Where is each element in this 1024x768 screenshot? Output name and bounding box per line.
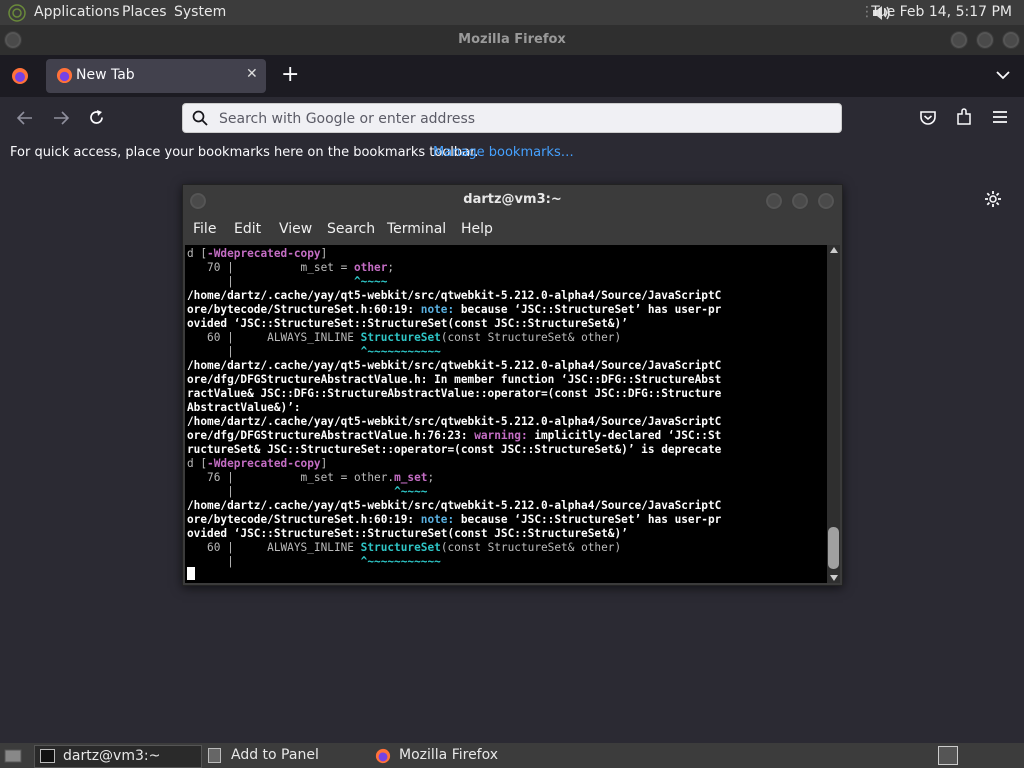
firefox-taskbar-icon xyxy=(375,748,391,764)
terminal-line: 76 | m_set = other.m_set; xyxy=(187,471,435,484)
show-desktop-icon[interactable] xyxy=(4,747,22,764)
terminal-output[interactable]: d [-Wdeprecated-copy] 70 | m_set = other… xyxy=(185,245,827,583)
terminal-line: /home/dartz/.cache/yay/qt5-webkit/src/qt… xyxy=(187,415,722,428)
terminal-line: d [-Wdeprecated-copy] xyxy=(187,457,328,470)
terminal-line: ore/bytecode/StructureSet.h:60:19: note:… xyxy=(187,513,722,526)
bookmarks-bar: For quick access, place your bookmarks h… xyxy=(0,139,1024,169)
terminal-window[interactable]: dartz@vm3:~ File Edit View Search Termin… xyxy=(182,184,843,586)
task-terminal[interactable]: dartz@vm3:~ xyxy=(34,745,202,768)
close-window-button[interactable] xyxy=(1002,31,1020,49)
task-add-panel-label: Add to Panel xyxy=(231,747,319,763)
terminal-window-menu-button[interactable] xyxy=(189,192,207,210)
menu-view[interactable]: View xyxy=(279,221,312,237)
terminal-line: 60 | ALWAYS_INLINE StructureSet(const St… xyxy=(187,541,622,554)
clock[interactable]: Tue Feb 14, 5:17 PM xyxy=(871,4,1012,20)
terminal-lines: d [-Wdeprecated-copy] 70 | m_set = other… xyxy=(187,247,721,569)
scroll-down-arrow[interactable] xyxy=(830,575,838,581)
terminal-line: | ^~~~~~~~~~~~ xyxy=(187,345,441,358)
menu-help[interactable]: Help xyxy=(461,221,493,237)
task-firefox-label: Mozilla Firefox xyxy=(399,747,499,763)
menu-terminal[interactable]: Terminal xyxy=(387,221,446,237)
url-input[interactable] xyxy=(217,107,821,131)
search-icon xyxy=(192,110,208,126)
task-terminal-label: dartz@vm3:~ xyxy=(63,748,161,764)
tab-label: New Tab xyxy=(76,67,135,83)
hamburger-menu-icon[interactable] xyxy=(992,110,1008,124)
firefox-view-icon[interactable] xyxy=(11,67,29,85)
pocket-icon[interactable] xyxy=(919,109,937,126)
terminal-menubar: File Edit View Search Terminal Help xyxy=(183,215,842,245)
terminal-line: 70 | m_set = other; xyxy=(187,261,395,274)
menu-search[interactable]: Search xyxy=(327,221,375,237)
reload-icon[interactable] xyxy=(88,109,105,126)
menu-edit[interactable]: Edit xyxy=(234,221,261,237)
manage-bookmarks-link[interactable]: Manage bookmarks… xyxy=(433,139,574,167)
terminal-line: ovided ‘JSC::StructureSet::StructureSet(… xyxy=(187,527,628,540)
close-tab-icon[interactable]: ✕ xyxy=(246,66,258,82)
terminal-line: AbstractValue&)’: xyxy=(187,401,301,414)
window-menu-button[interactable] xyxy=(4,31,22,49)
terminal-line: | ^~~~~ xyxy=(187,485,428,498)
firefox-logo-icon xyxy=(56,67,73,84)
terminal-line: ore/bytecode/StructureSet.h:60:19: note:… xyxy=(187,303,722,316)
places-menu[interactable]: Places xyxy=(122,4,167,20)
bookmarks-hint: For quick access, place your bookmarks h… xyxy=(10,145,479,160)
top-panel: Applications Places System ⋮ Tue Feb 14,… xyxy=(0,0,1024,25)
tab-strip: New Tab ✕ + xyxy=(0,55,1024,97)
firefox-window-title: Mozilla Firefox xyxy=(458,32,566,47)
terminal-title: dartz@vm3:~ xyxy=(463,192,562,207)
settings-gear-icon[interactable] xyxy=(984,190,1002,208)
terminal-line: /home/dartz/.cache/yay/qt5-webkit/src/qt… xyxy=(187,499,722,512)
terminal-scrollbar[interactable] xyxy=(827,245,840,583)
back-icon[interactable] xyxy=(16,110,34,126)
workspace-switcher[interactable] xyxy=(938,746,958,765)
nav-bar xyxy=(0,97,1024,140)
scroll-up-arrow[interactable] xyxy=(830,247,838,253)
task-add-to-panel[interactable]: Add to Panel xyxy=(206,745,366,766)
task-firefox[interactable]: Mozilla Firefox xyxy=(374,745,544,766)
terminal-line: ructureSet& JSC::StructureSet::operator=… xyxy=(187,443,722,456)
scrollbar-thumb[interactable] xyxy=(828,527,839,569)
maximize-button[interactable] xyxy=(976,31,994,49)
terminal-line: ractValue& JSC::DFG::StructureAbstractVa… xyxy=(187,387,722,400)
terminal-close-button[interactable] xyxy=(817,192,835,210)
terminal-line: ore/dfg/DFGStructureAbstractValue.h:76:2… xyxy=(187,429,722,442)
tab-new-tab[interactable]: New Tab ✕ xyxy=(46,59,266,93)
terminal-line: | ^~~~~~~~~~~~ xyxy=(187,555,441,568)
terminal-line: d [-Wdeprecated-copy] xyxy=(187,247,328,260)
terminal-line: ovided ‘JSC::StructureSet::StructureSet(… xyxy=(187,317,628,330)
terminal-line: /home/dartz/.cache/yay/qt5-webkit/src/qt… xyxy=(187,289,722,302)
extensions-icon[interactable] xyxy=(955,108,973,126)
terminal-icon xyxy=(40,749,55,763)
chevron-down-icon[interactable] xyxy=(996,69,1010,81)
terminal-titlebar[interactable]: dartz@vm3:~ xyxy=(183,185,842,215)
forward-icon[interactable] xyxy=(52,110,70,126)
applications-menu[interactable]: Applications xyxy=(34,4,120,20)
minimize-button[interactable] xyxy=(950,31,968,49)
new-tab-button[interactable]: + xyxy=(281,62,299,87)
terminal-maximize-button[interactable] xyxy=(791,192,809,210)
panel-icon xyxy=(208,748,221,763)
menu-file[interactable]: File xyxy=(193,221,216,237)
firefox-titlebar: Mozilla Firefox xyxy=(0,25,1024,55)
bottom-panel: dartz@vm3:~ Add to Panel Mozilla Firefox xyxy=(0,743,1024,768)
terminal-line: /home/dartz/.cache/yay/qt5-webkit/src/qt… xyxy=(187,359,722,372)
terminal-minimize-button[interactable] xyxy=(765,192,783,210)
url-bar[interactable] xyxy=(182,103,842,133)
terminal-cursor xyxy=(187,567,195,580)
system-menu[interactable]: System xyxy=(174,4,226,20)
gnome-foot-icon[interactable] xyxy=(8,4,26,22)
terminal-line: 60 | ALWAYS_INLINE StructureSet(const St… xyxy=(187,331,622,344)
terminal-line: | ^~~~~ xyxy=(187,275,388,288)
terminal-line: ore/dfg/DFGStructureAbstractValue.h: In … xyxy=(187,373,722,386)
